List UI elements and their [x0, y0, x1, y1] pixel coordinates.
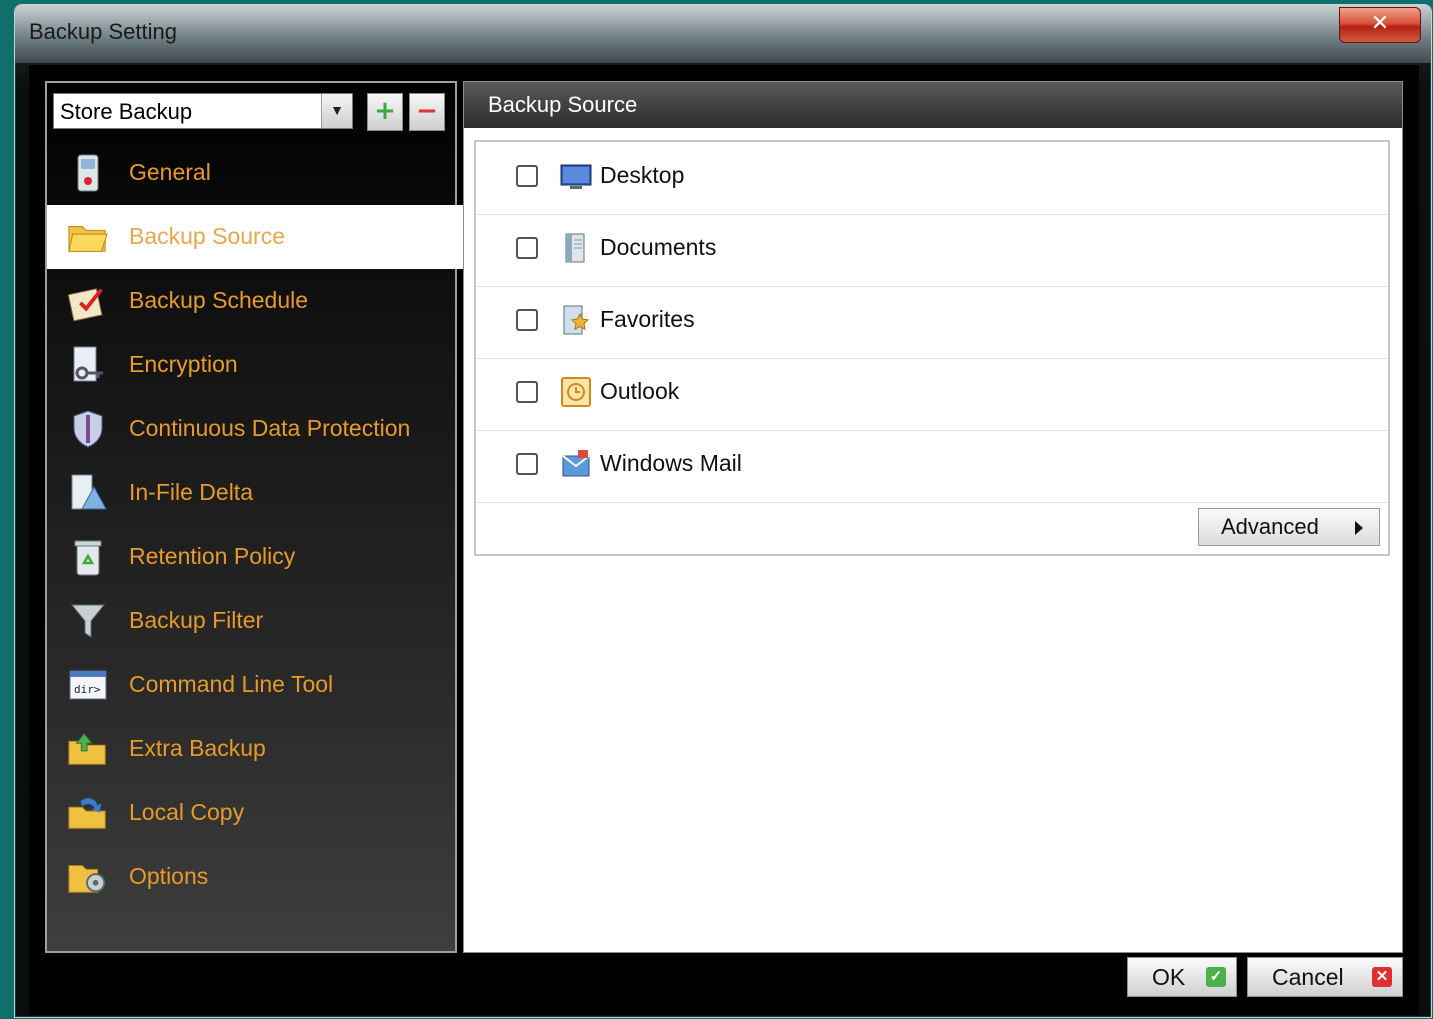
nav-item-encryption[interactable]: Encryption: [47, 333, 455, 397]
close-icon: ✕: [1370, 11, 1390, 36]
nav-item-label: Backup Filter: [129, 607, 264, 633]
nav-item-label: Continuous Data Protection: [129, 415, 411, 441]
nav-item-label: Options: [129, 863, 209, 889]
folder-icon: [67, 215, 109, 259]
nav-item-label: Encryption: [129, 351, 238, 377]
nav-item-local-copy[interactable]: Local Copy: [47, 781, 455, 845]
nav-item-label: Command Line Tool: [129, 671, 334, 697]
backup-setting-window: Backup Setting ✕ Store Backup ▼ + − Gene…: [14, 4, 1432, 1018]
ok-button[interactable]: OK ✓: [1127, 957, 1237, 997]
documents-icon: [560, 232, 592, 264]
nav-item-label: In-File Delta: [129, 479, 253, 505]
advanced-button[interactable]: Advanced: [1198, 508, 1380, 546]
desktop-icon: [560, 160, 592, 192]
plus-icon: +: [374, 96, 396, 126]
windows-mail-checkbox[interactable]: [516, 453, 538, 475]
nav-item-options[interactable]: Options: [47, 845, 455, 909]
extra-backup-icon: [67, 727, 109, 771]
settings-nav-list: General Backup Source Backup Schedule En…: [47, 141, 465, 909]
source-label: Windows Mail: [600, 450, 742, 476]
remove-backup-set-button[interactable]: −: [409, 93, 445, 131]
nav-item-label: Retention Policy: [129, 543, 296, 569]
title-bar: Backup Setting ✕: [15, 5, 1431, 63]
settings-nav-panel: Store Backup ▼ + − General Backup Source…: [45, 81, 465, 953]
source-label: Favorites: [600, 306, 695, 332]
source-label: Documents: [600, 234, 717, 260]
source-label: Desktop: [600, 162, 685, 188]
windows-mail-icon: [560, 448, 592, 480]
minus-icon: −: [416, 96, 438, 126]
nav-item-label: Extra Backup: [129, 735, 266, 761]
section-header: Backup Source: [464, 82, 1402, 128]
outlook-checkbox[interactable]: [516, 381, 538, 403]
x-icon: ✕: [1372, 967, 1392, 987]
svg-text:dir>: dir>: [74, 683, 101, 696]
command-line-icon: dir>: [67, 663, 109, 707]
desktop-checkbox[interactable]: [516, 165, 538, 187]
recycle-bin-icon: [67, 535, 109, 579]
profile-row: Store Backup ▼ + −: [53, 89, 449, 131]
chevron-right-icon: [1355, 521, 1363, 535]
nav-item-label: Backup Schedule: [129, 287, 309, 313]
close-button[interactable]: ✕: [1339, 7, 1421, 43]
backup-set-select[interactable]: Store Backup ▼: [53, 93, 353, 129]
window-title: Backup Setting: [29, 19, 177, 44]
nav-item-label: Backup Source: [129, 223, 285, 249]
nav-item-continuous-data-protection[interactable]: Continuous Data Protection: [47, 397, 455, 461]
cancel-button-label: Cancel: [1272, 964, 1344, 990]
cancel-button[interactable]: Cancel ✕: [1247, 957, 1403, 997]
source-row-desktop[interactable]: Desktop: [476, 142, 1388, 215]
source-row-windows-mail[interactable]: Windows Mail: [476, 430, 1388, 503]
schedule-icon: [67, 279, 109, 323]
nav-item-backup-schedule[interactable]: Backup Schedule: [47, 269, 455, 333]
ok-button-label: OK: [1152, 964, 1186, 990]
checkmark-icon: ✓: [1206, 967, 1226, 987]
advanced-button-label: Advanced: [1221, 514, 1319, 539]
outlook-icon: [560, 376, 592, 408]
nav-item-extra-backup[interactable]: Extra Backup: [47, 717, 455, 781]
funnel-icon: [67, 599, 109, 643]
general-icon: [67, 151, 109, 195]
add-backup-set-button[interactable]: +: [367, 93, 403, 131]
nav-item-backup-filter[interactable]: Backup Filter: [47, 589, 455, 653]
favorites-checkbox[interactable]: [516, 309, 538, 331]
nav-item-retention-policy[interactable]: Retention Policy: [47, 525, 455, 589]
nav-item-label: Local Copy: [129, 799, 245, 825]
nav-item-in-file-delta[interactable]: In-File Delta: [47, 461, 455, 525]
local-copy-icon: [67, 791, 109, 835]
encryption-key-icon: [67, 343, 109, 387]
options-gear-icon: [67, 855, 109, 899]
nav-item-command-line-tool[interactable]: dir> Command Line Tool: [47, 653, 455, 717]
nav-item-backup-source[interactable]: Backup Source: [47, 205, 465, 269]
source-row-documents[interactable]: Documents: [476, 214, 1388, 287]
backup-source-list: Desktop Documents Favorites Outlook Wind…: [474, 140, 1390, 556]
source-row-outlook[interactable]: Outlook: [476, 358, 1388, 431]
nav-item-general[interactable]: General: [47, 141, 455, 205]
delta-icon: [67, 471, 109, 515]
chevron-down-icon[interactable]: ▼: [321, 94, 352, 128]
dialog-body: Store Backup ▼ + − General Backup Source…: [29, 65, 1419, 1015]
source-row-favorites[interactable]: Favorites: [476, 286, 1388, 359]
content-panel: Backup Source Desktop Documents Favorite…: [463, 81, 1403, 953]
favorites-icon: [560, 304, 592, 336]
shield-icon: [67, 407, 109, 451]
source-label: Outlook: [600, 378, 680, 404]
backup-set-select-value: Store Backup: [60, 99, 193, 124]
nav-item-label: General: [129, 159, 211, 185]
documents-checkbox[interactable]: [516, 237, 538, 259]
